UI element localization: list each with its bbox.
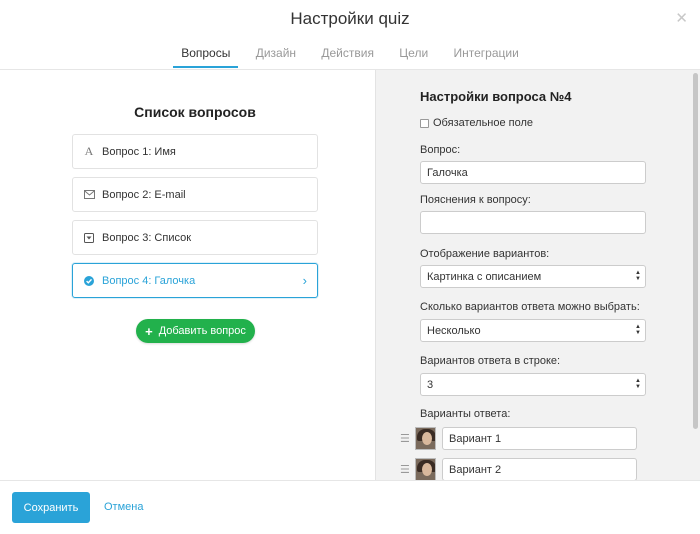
scrollbar[interactable] <box>693 73 698 429</box>
tab-goals[interactable]: Цели <box>391 46 436 68</box>
tab-actions[interactable]: Действия <box>313 46 382 68</box>
required-label: Обязательное поле <box>433 117 534 129</box>
envelope-icon <box>83 190 95 199</box>
required-checkbox[interactable] <box>420 118 429 128</box>
per-row-select-value: 3 <box>427 379 434 391</box>
option-image-thumbnail[interactable] <box>415 426 436 450</box>
required-field-row: Обязательное поле <box>420 117 533 129</box>
options-label: Варианты ответа: <box>420 408 511 420</box>
per-row-label: Вариантов ответа в строке: <box>420 355 561 367</box>
display-select[interactable]: Картинка с описанием ▲ ▼ <box>420 265 646 288</box>
text-icon: A <box>84 144 94 158</box>
choice-count-label: Сколько вариантов ответа можно выбрать: <box>420 301 640 313</box>
add-question-label: Добавить вопрос <box>158 325 246 337</box>
option-image-thumbnail[interactable] <box>415 457 436 480</box>
settings-title: Настройки вопроса №4 <box>420 89 572 104</box>
question-list-panel: Список вопросов A Вопрос 1: Имя Вопрос 2… <box>0 70 375 480</box>
tab-questions[interactable]: Вопросы <box>173 46 239 68</box>
dropdown-icon <box>83 232 95 243</box>
plus-icon: + <box>145 323 153 339</box>
hint-input[interactable] <box>420 211 646 234</box>
drag-handle-icon[interactable]: ☰ <box>400 463 410 476</box>
dialog-header: Настройки quiz ✕ Вопросы Дизайн Действия… <box>0 0 700 70</box>
option-row-2: ☰ Вариант 2 <box>400 457 637 480</box>
question-item-1[interactable]: A Вопрос 1: Имя <box>72 134 318 169</box>
tab-bar: Вопросы Дизайн Действия Цели Интеграции <box>0 46 700 68</box>
tab-integrations[interactable]: Интеграции <box>446 46 527 68</box>
option-input-1[interactable]: Вариант 1 <box>442 426 637 450</box>
choice-count-select[interactable]: Несколько ▲ ▼ <box>420 319 646 342</box>
option-row-1: ☰ Вариант 1 <box>400 426 637 450</box>
question-input[interactable]: Галочка <box>420 161 646 184</box>
save-button[interactable]: Сохранить <box>12 492 90 523</box>
question-list-title: Список вопросов <box>134 104 256 120</box>
option-input-2[interactable]: Вариант 2 <box>442 457 637 480</box>
dialog-footer: Сохранить Отмена <box>0 480 700 534</box>
question-label: Вопрос: <box>420 144 461 156</box>
hint-label: Пояснения к вопросу: <box>420 194 531 206</box>
question-item-label: Вопрос 2: E-mail <box>102 188 186 201</box>
drag-handle-icon[interactable]: ☰ <box>400 432 410 445</box>
question-item-label: Вопрос 1: Имя <box>102 145 176 158</box>
select-arrows-icon: ▲ ▼ <box>635 324 641 336</box>
per-row-select[interactable]: 3 ▲ ▼ <box>420 373 646 396</box>
question-item-label: Вопрос 3: Список <box>102 231 192 244</box>
choice-count-select-value: Несколько <box>427 325 481 337</box>
question-item-2[interactable]: Вопрос 2: E-mail <box>72 177 318 212</box>
question-item-label: Вопрос 4: Галочка <box>102 274 196 287</box>
check-circle-icon <box>83 275 95 286</box>
question-item-3[interactable]: Вопрос 3: Список <box>72 220 318 255</box>
close-icon[interactable]: ✕ <box>675 9 688 29</box>
dialog-title: Настройки quiz <box>290 9 410 28</box>
cancel-link[interactable]: Отмена <box>104 501 143 513</box>
chevron-right-icon: › <box>302 273 307 288</box>
select-arrows-icon: ▲ ▼ <box>635 270 641 282</box>
question-settings-panel: Настройки вопроса №4 Обязательное поле В… <box>375 70 700 480</box>
question-item-4[interactable]: Вопрос 4: Галочка › <box>72 263 318 298</box>
display-label: Отображение вариантов: <box>420 248 550 260</box>
select-arrows-icon: ▲ ▼ <box>635 378 641 390</box>
display-select-value: Картинка с описанием <box>427 271 542 283</box>
add-question-button[interactable]: + Добавить вопрос <box>136 319 255 343</box>
tab-design[interactable]: Дизайн <box>248 46 304 68</box>
